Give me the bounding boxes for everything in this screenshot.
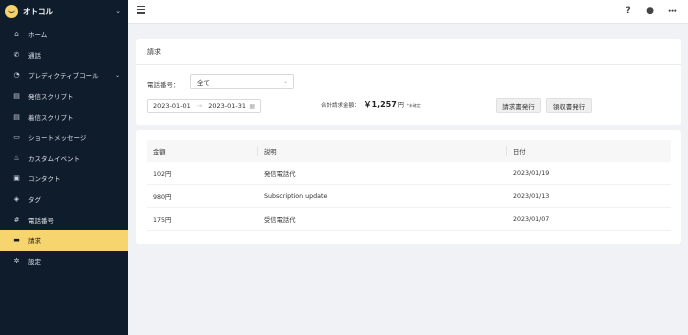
sidebar-item-settings[interactable]: ✲ 設定: [0, 251, 128, 272]
phone-number-value: 全て: [197, 78, 210, 87]
issue-receipt-button[interactable]: 領収書発行: [546, 98, 592, 113]
billing-table: 金額 説明 日付 102円 発信電話代 2023/01/19 980円 Subs…: [147, 140, 671, 231]
sidebar-item-custom-event[interactable]: ♨ カスタムイベント: [0, 148, 128, 169]
sidebar-item-label: 設定: [28, 257, 41, 266]
sidebar-item-label: 着信スクリプト: [28, 113, 74, 122]
sidebar-item-contact[interactable]: ▣ コンタクト: [0, 168, 128, 189]
phone-number-select[interactable]: 全て ⌄: [190, 74, 294, 89]
sidebar-item-home[interactable]: ⌂ ホーム: [0, 24, 128, 45]
total-value: ￥1,257: [363, 100, 397, 109]
date-range-picker[interactable]: 2023-01-01 → 2023-01-31 ▦: [147, 99, 261, 113]
arrow-right-icon: →: [196, 102, 203, 110]
sidebar-item-inbound-script[interactable]: ▤ 着信スクリプト: [0, 106, 128, 127]
cell-date: 2023/01/13: [513, 192, 550, 200]
tag-icon: ◈: [13, 195, 20, 204]
chevron-down-icon: ⌄: [282, 78, 288, 85]
sms-icon: ▭: [13, 133, 20, 142]
topbar: ? ● •••: [128, 0, 688, 24]
sidebar-item-label: ホーム: [28, 31, 48, 40]
sidebar-item-label: 発信スクリプト: [28, 93, 74, 102]
cell-description: Subscription update: [264, 192, 328, 200]
sidebar-item-label: プレディクティブコール: [28, 72, 99, 81]
table-row: 102円 発信電話代 2023/01/19: [147, 162, 671, 185]
user-icon[interactable]: ●: [644, 5, 656, 17]
outbound-script-icon: ▤: [13, 92, 20, 101]
sidebar-nav: ⌂ ホーム ✆ 通話 ◔ プレディクティブコール ⌄ ▤ 発信スクリプト ▤ 着…: [0, 24, 128, 271]
sidebar-item-label: カスタムイベント: [28, 154, 80, 163]
cell-amount: 102円: [153, 170, 172, 178]
more-options-icon[interactable]: •••: [666, 5, 678, 17]
credit-card-icon: ▬: [13, 236, 20, 245]
column-header-description[interactable]: 説明: [258, 147, 506, 156]
divider: [136, 64, 681, 65]
cell-description: 発信電話代: [264, 170, 296, 178]
app-name: オトコル: [23, 6, 53, 16]
cell-date: 2023/01/19: [513, 169, 550, 177]
sidebar-item-label: 通話: [28, 51, 41, 60]
total-unit: 円: [397, 102, 404, 109]
total-note: *未確定: [406, 103, 421, 108]
hamburger-menu-icon[interactable]: [137, 6, 145, 14]
cell-date: 2023/01/07: [513, 215, 550, 223]
column-header-amount[interactable]: 金額: [147, 147, 257, 156]
phone-icon: ✆: [13, 50, 20, 59]
sidebar-item-predictive-call[interactable]: ◔ プレディクティブコール ⌄: [0, 65, 128, 86]
app-logo: [5, 4, 18, 18]
table-header: 金額 説明 日付: [147, 140, 671, 162]
gear-icon: ✲: [13, 256, 20, 265]
sidebar-item-label: ショートメッセージ: [28, 134, 87, 143]
table-row: 175円 受信電話代 2023/01/07: [147, 208, 671, 231]
total-label: 合計請求金額：: [321, 103, 360, 109]
table-row: 980円 Subscription update 2023/01/13: [147, 185, 671, 208]
predictive-call-icon: ◔: [13, 71, 20, 80]
issue-invoice-button[interactable]: 請求書発行: [496, 98, 541, 113]
sidebar-item-label: タグ: [28, 196, 41, 205]
help-icon[interactable]: ?: [622, 5, 634, 17]
chevron-down-icon: ⌄: [114, 71, 120, 79]
billing-table-card: 金額 説明 日付 102円 発信電話代 2023/01/19 980円 Subs…: [136, 130, 681, 244]
cell-amount: 175円: [153, 216, 172, 224]
phone-number-label: 電話番号：: [147, 81, 180, 89]
hash-icon: #: [13, 215, 20, 224]
sidebar-item-outbound-script[interactable]: ▤ 発信スクリプト: [0, 86, 128, 107]
sidebar-item-calls[interactable]: ✆ 通話: [0, 45, 128, 66]
column-header-date[interactable]: 日付: [507, 147, 671, 156]
inbound-script-icon: ▤: [13, 112, 20, 121]
total-amount: 合計請求金額： ￥1,257 円 *未確定: [321, 99, 421, 110]
brand-header[interactable]: オトコル ⌄: [0, 0, 128, 22]
sidebar-item-billing[interactable]: ▬ 請求: [0, 229, 128, 251]
calendar-icon: ▦: [249, 102, 255, 110]
flame-icon: ♨: [13, 153, 20, 162]
sidebar-item-label: 電話番号: [28, 216, 54, 225]
sidebar-item-label: コンタクト: [28, 175, 61, 184]
sidebar: オトコル ⌄ ⌂ ホーム ✆ 通話 ◔ プレディクティブコール ⌄ ▤ 発信スク…: [0, 0, 128, 335]
sidebar-item-label: 請求: [28, 237, 41, 246]
cell-amount: 980円: [153, 193, 172, 201]
date-to[interactable]: 2023-01-31: [208, 102, 246, 110]
sidebar-item-tag[interactable]: ◈ タグ: [0, 189, 128, 210]
date-from[interactable]: 2023-01-01: [153, 102, 191, 110]
contact-card-icon: ▣: [13, 174, 20, 183]
chevron-down-icon[interactable]: ⌄: [115, 7, 121, 15]
home-icon: ⌂: [14, 30, 19, 39]
page-title: 請求: [147, 48, 161, 56]
sidebar-item-sms[interactable]: ▭ ショートメッセージ: [0, 127, 128, 148]
sidebar-item-phone-number[interactable]: # 電話番号: [0, 209, 128, 230]
cell-description: 受信電話代: [264, 216, 296, 224]
